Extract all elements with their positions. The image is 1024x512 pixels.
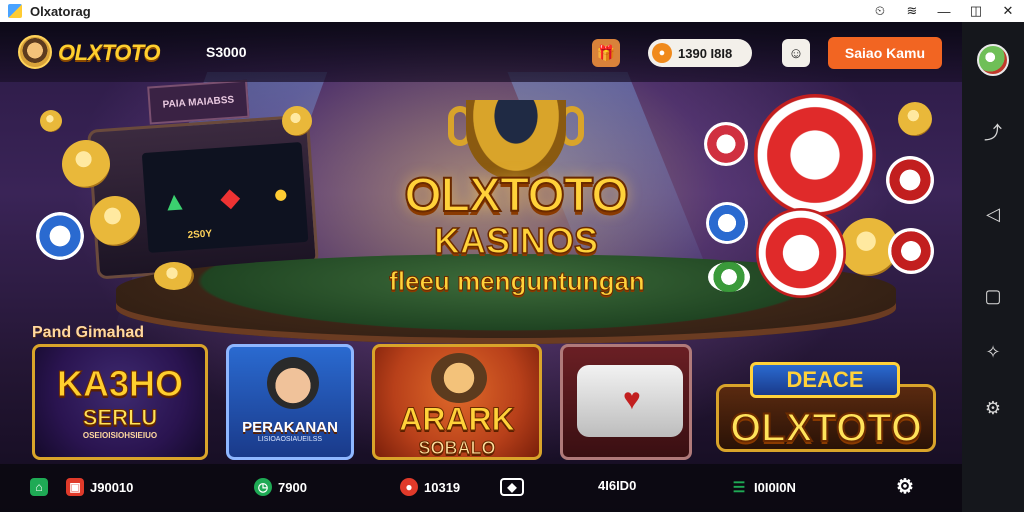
character-portrait — [267, 357, 319, 409]
game-card-content: ARARK SOBALO — [375, 401, 539, 458]
reel-symbol: ● — [271, 177, 290, 209]
wifi-icon[interactable]: ≋ — [896, 0, 928, 22]
machine-graphic: ♥ — [577, 365, 683, 437]
coin-icon: ● — [652, 43, 672, 63]
screenshot-icon[interactable]: ⏲ — [864, 0, 896, 22]
profile-icon[interactable]: ☺ — [782, 39, 810, 67]
promo-badge: DEACE — [750, 362, 900, 398]
window-titlebar: Olxatorag ⏲ ≋ — ◫ ✕ — [0, 0, 1024, 22]
game-card[interactable]: KA3HO SERLU OSEIOISIOHSIEIUO — [32, 344, 208, 460]
poker-chip — [754, 94, 876, 216]
window-title: Olxatorag — [30, 3, 91, 19]
shake-icon[interactable]: ✧ — [973, 332, 1013, 372]
minimize-button[interactable]: — — [928, 0, 960, 22]
game-title: PERAKANAN — [242, 419, 338, 436]
reel-symbol: ▲ — [160, 184, 189, 217]
coin — [62, 140, 110, 188]
poker-chip — [36, 212, 84, 260]
timer-item[interactable]: ◷ 7900 — [254, 478, 307, 496]
back-icon[interactable]: ◁ — [973, 194, 1013, 234]
game-card[interactable]: PERAKANAN LISIOAOSIAUEILSS — [226, 344, 354, 460]
coin — [40, 110, 62, 132]
game-subtitle: SERLU — [82, 405, 158, 431]
maximize-button[interactable]: ◫ — [960, 0, 992, 22]
gear-icon: ⚙ — [896, 476, 914, 498]
promo-card[interactable]: DEACE OLXTOTO — [710, 344, 942, 460]
rotate-icon[interactable]: ⤴ — [973, 112, 1013, 152]
close-button[interactable]: ✕ — [992, 0, 1024, 22]
coin — [898, 102, 932, 136]
coin — [282, 106, 312, 136]
hero-subtitle: KASINOS — [433, 219, 599, 262]
record-value: 10319 — [424, 479, 461, 495]
list-value: I0I0I0N — [754, 479, 796, 495]
game-caption: LISIOAOSIAUEILSS — [257, 436, 323, 443]
section-title: Pand Gimahad — [32, 324, 145, 341]
reel-symbol: ◆ — [219, 180, 242, 213]
gift-icon[interactable]: 🎁 — [592, 39, 620, 67]
game-card-content: KA3HO SERLU OSEIOISIOHSIEIUO — [35, 363, 205, 441]
app-icon — [8, 4, 22, 18]
game-card-content: PERAKANAN LISIOAOSIAUEILSS — [229, 419, 351, 443]
stat-item: 4I6ID0 — [598, 478, 636, 493]
poker-chip — [888, 228, 934, 274]
wallet-item[interactable]: ▣ J90010 — [66, 478, 133, 496]
clock-icon: ◷ — [254, 478, 272, 496]
coin-balance[interactable]: ● 1390 I8I8 — [648, 39, 752, 67]
game-caption: OSEIOISIOHSIEIUO — [82, 431, 158, 440]
settings-icon[interactable]: ⚙ — [973, 388, 1013, 428]
hero-title: OLXTOTO — [403, 168, 629, 223]
login-button[interactable]: Saiao Kamu — [828, 37, 942, 69]
game-card[interactable]: ARARK SOBALO — [372, 344, 542, 460]
home-icon: ⌂ — [30, 478, 48, 496]
coin-balance-value: 1390 I8I8 — [678, 45, 733, 61]
poker-chip — [756, 208, 846, 298]
game-title: KA3HO — [56, 363, 184, 405]
card-icon: ◆ — [500, 478, 524, 496]
balance-text: S3000 — [206, 44, 247, 60]
promo-title: OLXTOTO — [729, 405, 923, 451]
logo[interactable]: OLXTOTO — [58, 40, 161, 66]
emulator-sidebar: ⤴ ◁ ▢ ✧ ⚙ — [962, 22, 1024, 512]
poker-chip — [886, 156, 934, 204]
character-portrait — [431, 353, 487, 403]
hero-tagline: fleeu menguntungan — [389, 266, 646, 297]
game-title: ARARK — [399, 401, 516, 438]
home-button[interactable]: ⌂ — [30, 478, 54, 496]
game-subtitle: SOBALO — [418, 438, 496, 458]
home-square-icon[interactable]: ▢ — [973, 276, 1013, 316]
slot-screen: ▲ ◆ ● — [141, 142, 309, 253]
poker-chip — [704, 122, 748, 166]
bottom-bar: ⌂ ▣ J90010 ◷ 7900 ● 10319 ◆ 4I6ID0 ☰ I0I… — [0, 464, 962, 512]
game-viewport: PAIA MAIABSS ▲ ◆ ● 2S0Y OLXTOTO KASINOS … — [0, 22, 962, 512]
mascot-icon — [18, 35, 52, 69]
card-button[interactable]: ◆ — [500, 478, 530, 496]
game-topbar: OLXTOTO S3000 🎁 ● 1390 I8I8 ☺ Saiao Kamu — [0, 22, 962, 82]
coin — [90, 196, 140, 246]
list-icon: ☰ — [732, 478, 746, 495]
stat-value: 4I6ID0 — [598, 478, 637, 493]
slot-sign: PAIA MAIABSS — [147, 79, 250, 125]
slot-label: 2S0Y — [187, 228, 213, 242]
settings-button[interactable]: ⚙ — [896, 474, 914, 499]
wallet-icon: ▣ — [66, 478, 84, 496]
record-icon: ● — [400, 478, 418, 496]
avatar[interactable] — [977, 44, 1009, 76]
heart-icon: ♥ — [623, 383, 641, 416]
list-item[interactable]: ☰ I0I0I0N — [730, 478, 796, 496]
coin — [154, 262, 194, 290]
poker-chip — [708, 262, 750, 292]
wallet-value: J90010 — [90, 479, 134, 495]
window-controls: ⏲ ≋ — ◫ ✕ — [864, 0, 1024, 22]
poker-chip — [706, 202, 748, 244]
game-card[interactable]: ♥ — [560, 344, 692, 460]
timer-value: 7900 — [278, 479, 307, 495]
record-item[interactable]: ● 10319 — [400, 478, 460, 496]
